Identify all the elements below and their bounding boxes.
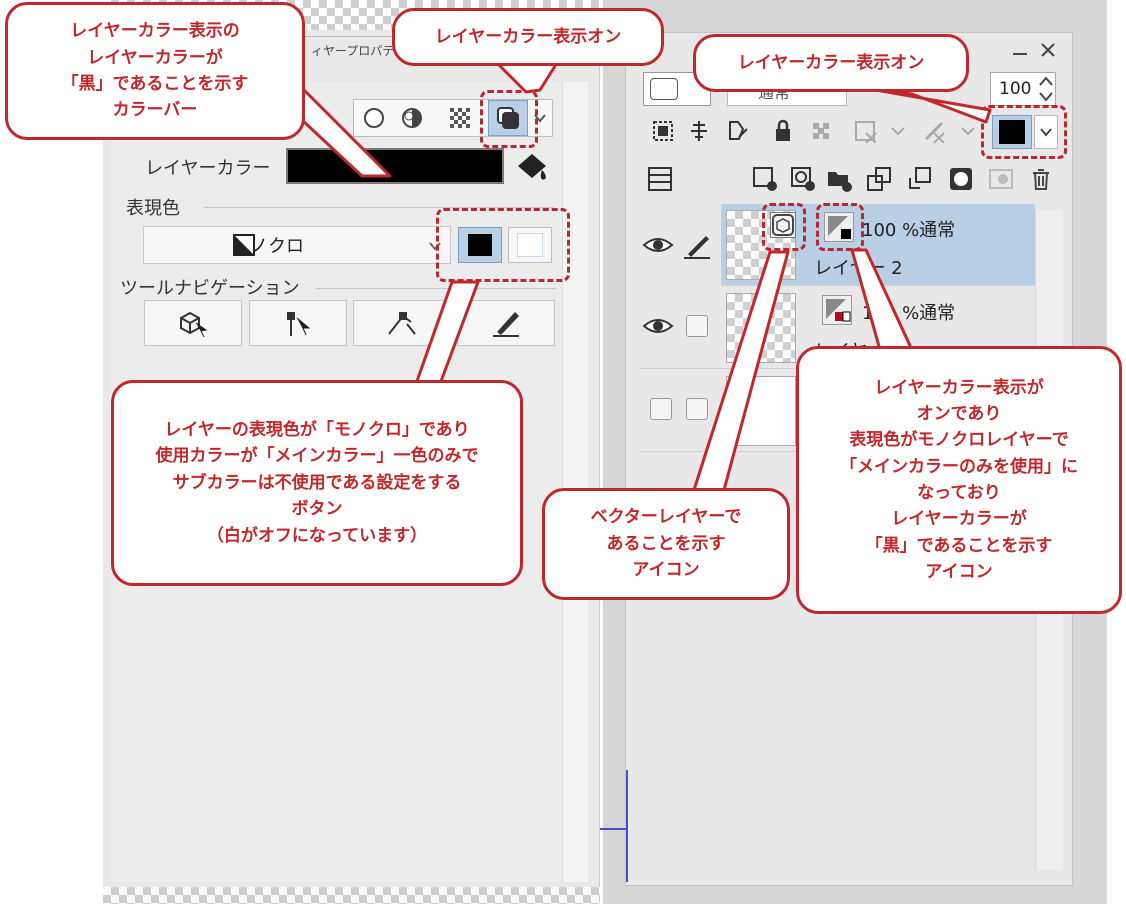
new-vector-layer-icon[interactable] [788,164,818,194]
highlight-vector-icon [762,203,806,251]
edit-target-checkbox[interactable] [686,398,708,420]
eye-icon[interactable] [640,230,676,260]
ruler-dropdown-icon[interactable] [920,116,980,146]
highlight-layer-color-display-left [480,90,538,148]
draft-layer-icon[interactable] [722,116,752,146]
new-raster-layer-icon[interactable] [750,164,780,194]
layer-thumbnail [726,376,796,446]
visibility-checkbox[interactable] [650,398,672,420]
panel-menu-icon[interactable] [645,164,675,194]
highlight-color-buttons [436,208,570,282]
mask-dropdown-icon[interactable] [850,116,910,146]
pen-tool-button[interactable] [457,300,555,346]
mask-icon[interactable] [946,164,976,194]
clipping-icon[interactable] [648,116,678,146]
section-divider [316,288,556,289]
highlight-layer-color-display-right [981,105,1067,159]
new-folder-icon[interactable] [824,164,854,194]
callout-color-bar: レイヤーカラー表示の レイヤーカラーが 「黒」であることを示す カラーバー [5,2,305,140]
transfer-down-icon[interactable] [864,164,894,194]
reference-layer-icon[interactable] [684,116,714,146]
highlight-layer-color-icon [816,203,864,251]
add-mask-icon [986,164,1016,194]
callout-vector-icon: ベクターレイヤーで あることを示す アイコン [542,488,790,600]
layer-color-indicator-icon [822,295,852,325]
callout-layer-color-on-right: レイヤーカラー表示オン [693,34,969,92]
layer-opacity-blend: 100 %通常 [862,220,956,241]
object-tool-button[interactable] [144,300,242,346]
monochrome-icon [233,234,255,256]
guide-line [600,828,628,830]
callout-mono-button: レイヤーの表現色が「モノクロ」であり 使用カラーが「メインカラー」一色のみで サ… [111,380,523,586]
lock-icon[interactable] [768,116,798,146]
dither-icon[interactable] [446,104,474,132]
close-icon[interactable] [1038,40,1058,60]
callout-layer-color-icon: レイヤーカラー表示が オンであり 表現色がモノクロレイヤーで 「メインカラーのみ… [796,346,1122,614]
circle-mode-icon[interactable] [360,104,388,132]
spinner-arrows-icon[interactable] [1038,74,1054,104]
trash-icon[interactable] [1026,164,1056,194]
bucket-icon[interactable] [512,148,552,184]
operation-tool-button[interactable] [249,300,347,346]
edit-target-checkbox[interactable] [686,315,708,337]
property-scrollbar[interactable] [562,82,588,882]
minimize-icon[interactable] [1010,40,1030,60]
expression-color-label: 表現色 [126,198,180,219]
control-point-tool-button[interactable] [353,300,451,346]
layer-thumbnail [726,293,796,363]
layer-opacity-blend: 100 %通常 [862,303,956,324]
tool-nav-label: ツールナビゲーション [120,278,300,299]
pen-icon[interactable] [680,230,716,260]
lock-transparent-icon[interactable] [806,116,836,146]
layer-name[interactable]: レイヤー 2 [814,254,903,280]
eye-icon[interactable] [640,311,676,341]
layer-color-bar[interactable] [286,148,504,184]
half-tone-icon[interactable] [398,104,426,132]
layer-color-label: レイヤーカラー [145,158,271,179]
expression-color-select[interactable]: モノクロ [143,226,451,264]
callout-layer-color-on-left: レイヤーカラー表示オン [392,8,664,66]
merge-down-icon[interactable] [904,164,934,194]
guide-line [626,770,628,882]
canvas-checker-bottom [103,887,600,904]
